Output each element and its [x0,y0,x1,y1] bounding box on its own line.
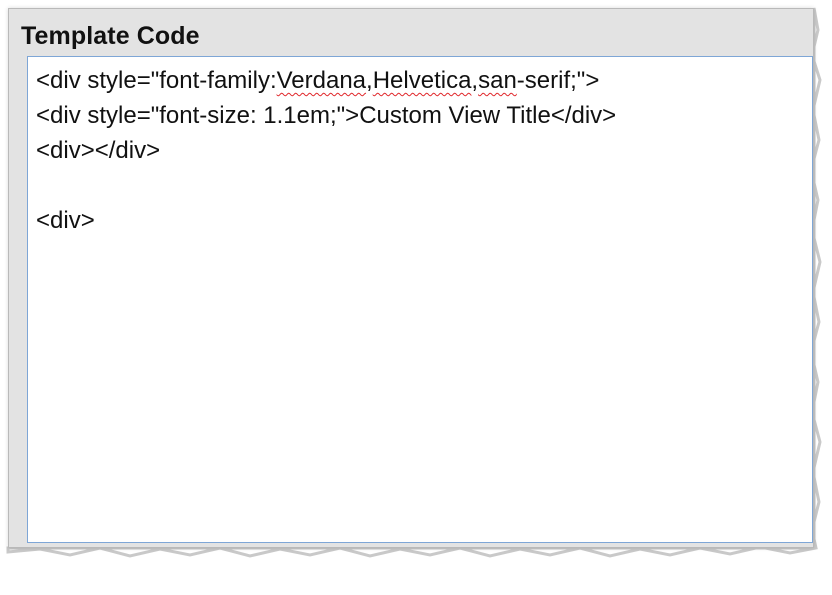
code-line-2: <div style="font-size: 1.1em;">Custom Vi… [36,102,617,129]
code-text: <div style="font-family: [36,67,277,94]
code-line-1: <div style="font-family:Verdana,Helvetic… [36,63,804,98]
template-code-panel: Template Code <div style="font-family:Ve… [8,8,814,548]
template-code-textarea[interactable]: <div style="font-family:Verdana,Helvetic… [27,56,813,543]
code-line-3: <div></div> [36,137,161,164]
panel-title: Template Code [21,22,200,50]
code-text: , [366,67,373,94]
code-line-5: <div> [36,207,95,234]
spellcheck-word: Helvetica [372,67,472,94]
spellcheck-word: Verdana [276,67,367,94]
code-text: -serif;"> [516,67,600,94]
screenshot-stage: Template Code <div style="font-family:Ve… [0,0,832,595]
spellcheck-word: san [478,67,517,94]
